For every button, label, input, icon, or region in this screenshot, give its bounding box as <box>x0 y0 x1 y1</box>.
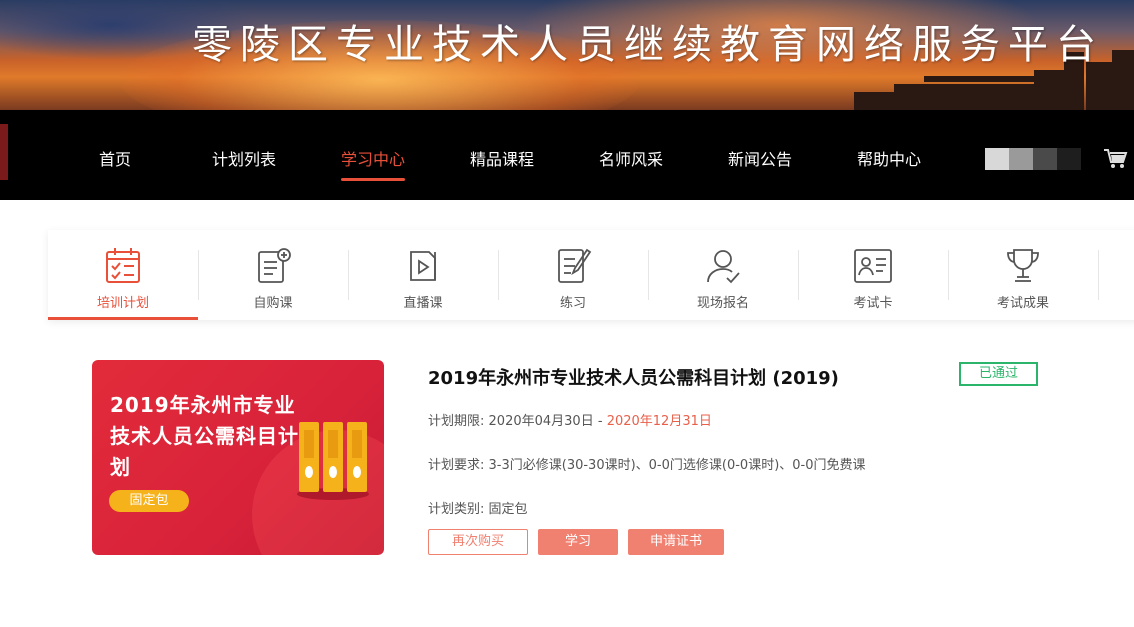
nav-active-underline <box>341 178 405 181</box>
nav-item-learning-center[interactable]: 学习中心 <box>341 146 405 170</box>
period-start: 2020年04月30日 <box>488 414 594 429</box>
tab-label: 练习 <box>559 296 586 311</box>
period-label: 计划期限: <box>428 414 485 429</box>
tab-practice[interactable]: 练习 <box>498 230 648 320</box>
tab-live-course[interactable]: 直播课 <box>348 230 498 320</box>
tab-exam-card[interactable]: 考试卡 <box>798 230 948 320</box>
calendar-checklist-icon <box>103 246 143 286</box>
nav-item-plan-list[interactable]: 计划列表 <box>212 146 276 170</box>
tab-active-underline <box>48 317 198 320</box>
document-add-icon <box>253 246 293 286</box>
apply-certificate-button[interactable]: 申请证书 <box>628 529 724 555</box>
tab-label: 自购课 <box>253 296 293 311</box>
site-title: 零陵区专业技术人员继续教育网络服务平台 <box>192 22 1104 68</box>
video-play-icon <box>403 246 443 286</box>
plan-requirement: 计划要求: 3-3门必修课(30-30课时)、0-0门选修课(0-0课时)、0-… <box>428 458 866 473</box>
learning-tabs: 培训计划 自购课 直播课 练习 现场报名 考试卡 考试成果 <box>48 230 1134 320</box>
plan-title[interactable]: 2019年永州市专业技术人员公需科目计划 (2019) <box>428 364 839 390</box>
tab-label: 考试成果 <box>996 296 1049 311</box>
nav-left-decoration <box>0 124 8 180</box>
plan-period: 计划期限: 2020年04月30日 - 2020年12月31日 <box>428 410 712 429</box>
books-icon <box>297 420 369 500</box>
shopping-cart-icon[interactable] <box>1102 146 1128 172</box>
nav-item-home[interactable]: 首页 <box>99 146 131 170</box>
user-avatar-blurred[interactable] <box>985 148 1081 170</box>
plan-category: 计划类别: 固定包 <box>428 502 528 517</box>
tab-exam-results[interactable]: 考试成果 <box>948 230 1098 320</box>
period-end: 2020年12月31日 <box>606 414 712 429</box>
tab-self-purchased[interactable]: 自购课 <box>198 230 348 320</box>
tab-training-plan[interactable]: 培训计划 <box>48 230 198 320</box>
tab-label: 考试卡 <box>853 296 893 311</box>
site-banner: 零陵区专业技术人员继续教育网络服务平台 <box>0 0 1134 110</box>
tab-label: 直播课 <box>403 296 443 311</box>
nav-item-news[interactable]: 新闻公告 <box>728 146 792 170</box>
user-check-icon <box>703 246 743 286</box>
tab-divider <box>1098 250 1099 300</box>
tab-label: 培训计划 <box>96 296 149 311</box>
cover-title: 2019年永州市专业技术人员公需科目计划 <box>110 393 299 479</box>
tab-onsite-registration[interactable]: 现场报名 <box>648 230 798 320</box>
status-badge: 已通过 <box>959 362 1038 386</box>
main-nav: 首页 计划列表 学习中心 精品课程 名师风采 新闻公告 帮助中心 <box>0 110 1134 200</box>
notebook-pen-icon <box>553 246 593 286</box>
plan-cover-image[interactable]: 2019年永州市专业技术人员公需科目计划 固定包 <box>92 360 384 555</box>
tab-label: 现场报名 <box>696 296 749 311</box>
period-separator: - <box>597 414 603 429</box>
study-button[interactable]: 学习 <box>538 529 618 555</box>
nav-item-premium-courses[interactable]: 精品课程 <box>470 146 534 170</box>
cover-tag: 固定包 <box>109 490 189 512</box>
rebuy-button[interactable]: 再次购买 <box>428 529 528 555</box>
nav-item-famous-teachers[interactable]: 名师风采 <box>599 146 663 170</box>
nav-item-help[interactable]: 帮助中心 <box>857 146 921 170</box>
trophy-icon <box>1003 246 1043 286</box>
id-card-icon <box>853 246 893 286</box>
